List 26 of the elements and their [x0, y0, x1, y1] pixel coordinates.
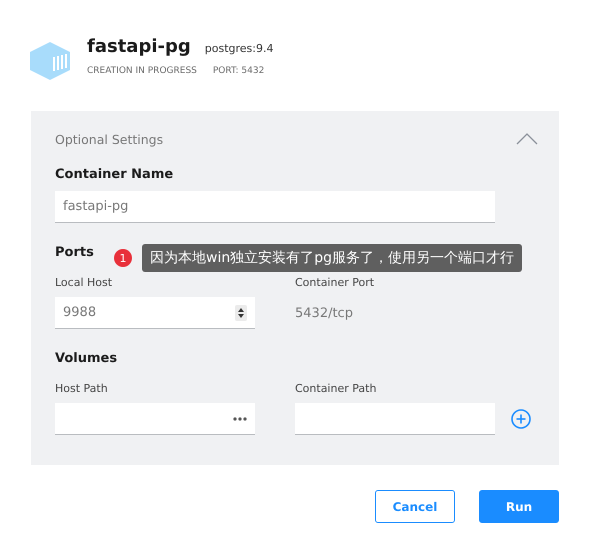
- container-name: fastapi-pg: [87, 36, 191, 57]
- path-field[interactable]: [55, 403, 255, 435]
- field-heading: Container Name: [55, 167, 174, 182]
- field-label: Container Path: [295, 382, 376, 395]
- cancel-button[interactable]: Cancel: [375, 490, 455, 523]
- container-icon: [29, 41, 71, 81]
- field-label: Local Host: [55, 276, 112, 289]
- field-label: Container Port: [295, 276, 374, 289]
- spinner-icon[interactable]: [235, 304, 247, 320]
- name-field[interactable]: fastapi-pg: [55, 191, 495, 223]
- port-text: PORT: 5432: [212, 66, 264, 76]
- section-heading: Volumes: [55, 351, 118, 366]
- image-tag: postgres:9.4: [204, 42, 274, 55]
- status-text: CREATION IN PROGRESS: [87, 66, 197, 76]
- chevron-up-icon[interactable]: [516, 133, 538, 145]
- add-icon[interactable]: [511, 409, 531, 429]
- field-label: Host Path: [55, 382, 108, 395]
- port-value: 5432/tcp: [295, 306, 354, 320]
- section-heading: Ports: [55, 245, 94, 260]
- number-badge: 1: [114, 249, 132, 267]
- ellipsis-icon[interactable]: [233, 416, 247, 420]
- run-button[interactable]: Run: [479, 490, 559, 523]
- tooltip: 因为本地win独立安装有了pg服务了，使用另一个端口才行: [142, 244, 522, 272]
- path-field[interactable]: [295, 403, 495, 435]
- section-title: Optional Settings: [55, 132, 164, 146]
- port-field[interactable]: 9988: [55, 297, 255, 329]
